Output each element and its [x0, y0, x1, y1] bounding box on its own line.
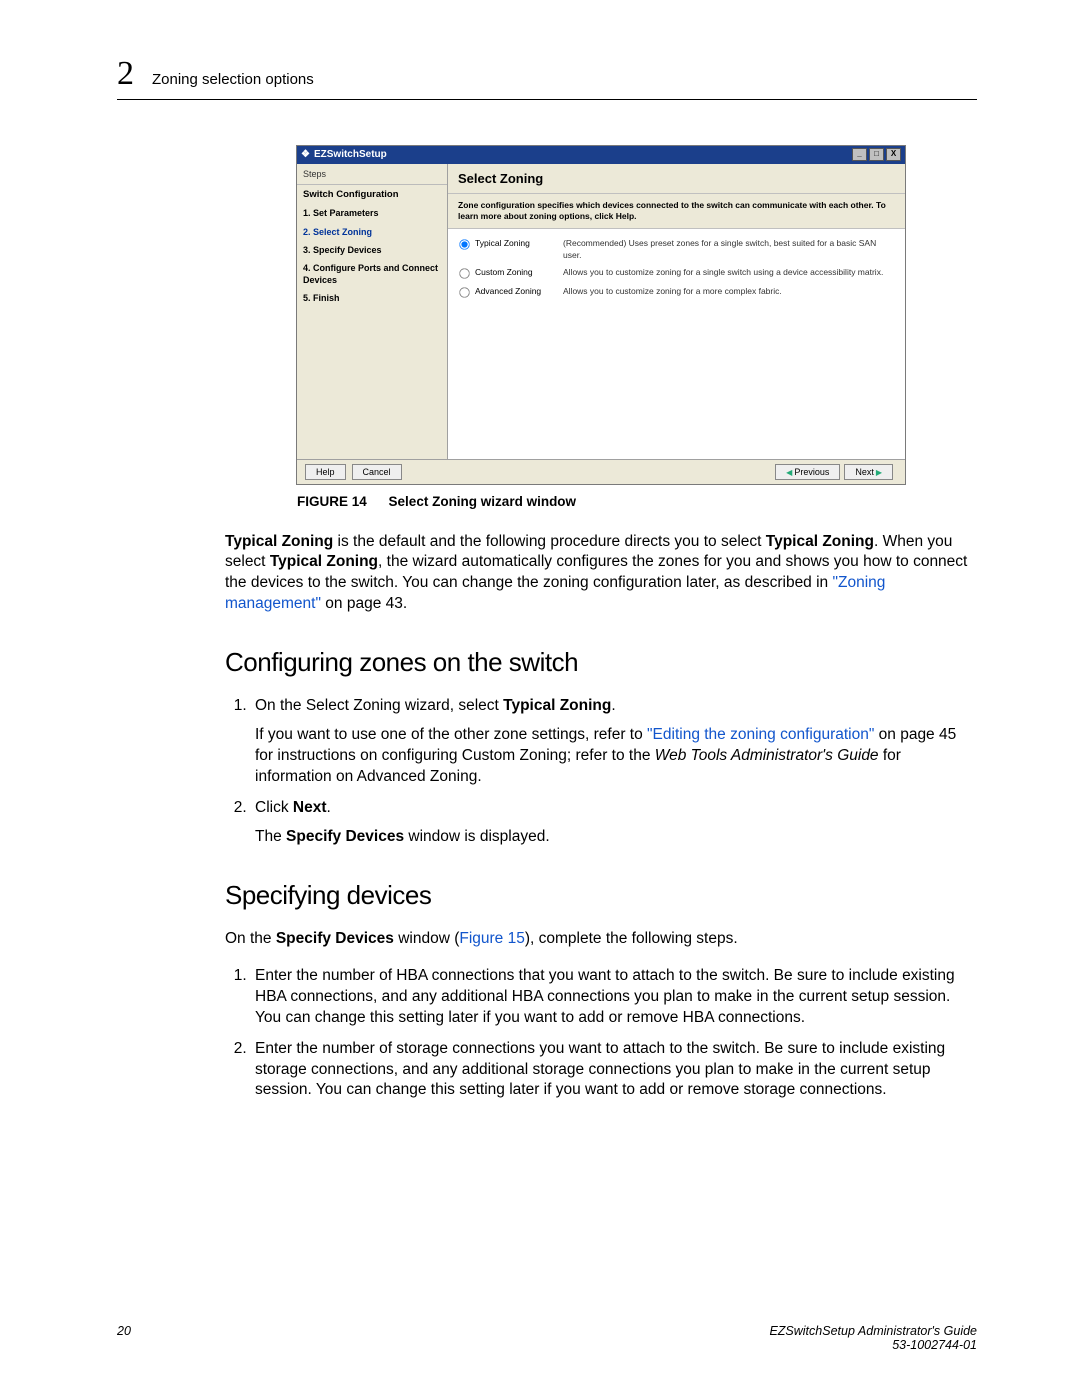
- sidebar-steps-label: Steps: [303, 168, 441, 180]
- option-desc: Allows you to customize zoning for a sin…: [563, 267, 895, 278]
- zoning-option-advanced[interactable]: Advanced Zoning Allows you to customize …: [448, 283, 905, 302]
- heading-specifying-devices: Specifying devices: [225, 878, 977, 913]
- list-item: Click Next. The Specify Devices window i…: [251, 798, 977, 848]
- window-titlebar: ❖EZSwitchSetup _ □ X: [297, 146, 905, 164]
- next-button[interactable]: Next▶: [844, 464, 893, 481]
- figure-15-link[interactable]: Figure 15: [459, 930, 524, 947]
- window-close-icon[interactable]: X: [886, 148, 901, 161]
- option-desc: (Recommended) Uses preset zones for a si…: [563, 238, 895, 261]
- option-name: Typical Zoning: [475, 238, 563, 249]
- page-number: 20: [117, 1324, 131, 1352]
- wizard-sidebar: Steps Switch Configuration 1. Set Parame…: [297, 164, 448, 459]
- figure-label: FIGURE 14: [297, 494, 367, 509]
- window-maximize-icon[interactable]: □: [869, 148, 884, 161]
- wizard-main: Select Zoning Zone configuration specifi…: [448, 164, 905, 459]
- radio-custom[interactable]: [459, 268, 469, 278]
- sidebar-step-3[interactable]: 3. Specify Devices: [303, 244, 441, 256]
- sidebar-step-1[interactable]: 1. Set Parameters: [303, 207, 441, 219]
- option-name: Custom Zoning: [475, 267, 563, 278]
- previous-button[interactable]: ◀Previous: [775, 464, 840, 481]
- configuring-steps-list: On the Select Zoning wizard, select Typi…: [225, 696, 977, 848]
- zoning-option-custom[interactable]: Custom Zoning Allows you to customize zo…: [448, 264, 905, 283]
- zoning-option-typical[interactable]: Typical Zoning (Recommended) Uses preset…: [448, 235, 905, 264]
- sidebar-step-4[interactable]: 4. Configure Ports and Connect Devices: [303, 262, 441, 286]
- option-desc: Allows you to customize zoning for a mor…: [563, 286, 895, 297]
- radio-advanced[interactable]: [459, 287, 469, 297]
- list-item: On the Select Zoning wizard, select Typi…: [251, 696, 977, 788]
- sidebar-heading: Switch Configuration: [303, 189, 441, 202]
- page-header: 2 Zoning selection options: [117, 55, 977, 100]
- section-title: Zoning selection options: [152, 71, 314, 88]
- option-name: Advanced Zoning: [475, 286, 563, 297]
- wizard-heading: Select Zoning: [448, 164, 905, 195]
- figure-screenshot: ❖EZSwitchSetup _ □ X Steps Switch Config…: [296, 145, 906, 485]
- help-button[interactable]: Help: [305, 464, 346, 480]
- wizard-footer: Help Cancel ◀Previous Next▶: [297, 459, 905, 485]
- cancel-button[interactable]: Cancel: [352, 464, 402, 480]
- window-minimize-icon[interactable]: _: [852, 148, 867, 161]
- figure-caption: FIGURE 14 Select Zoning wizard window: [297, 493, 905, 511]
- doc-id: 53-1002744-01: [892, 1338, 977, 1352]
- radio-typical[interactable]: [459, 239, 469, 249]
- list-item: Enter the number of storage connections …: [251, 1039, 977, 1102]
- editing-zoning-link[interactable]: "Editing the zoning configuration": [647, 726, 874, 743]
- heading-configuring-zones: Configuring zones on the switch: [225, 645, 977, 680]
- sidebar-step-2[interactable]: 2. Select Zoning: [303, 226, 441, 238]
- doc-title: EZSwitchSetup Administrator's Guide: [769, 1324, 977, 1338]
- chapter-number: 2: [117, 55, 134, 93]
- sidebar-step-5[interactable]: 5. Finish: [303, 292, 441, 304]
- page-footer: 20 EZSwitchSetup Administrator's Guide 5…: [117, 1324, 977, 1352]
- specify-devices-intro: On the Specify Devices window (Figure 15…: [225, 929, 977, 950]
- window-title: ❖EZSwitchSetup: [301, 148, 387, 162]
- specify-steps-list: Enter the number of HBA connections that…: [225, 966, 977, 1102]
- typical-zoning-paragraph: Typical Zoning is the default and the fo…: [225, 532, 977, 616]
- list-item: Enter the number of HBA connections that…: [251, 966, 977, 1029]
- figure-title: Select Zoning wizard window: [389, 494, 577, 509]
- wizard-description: Zone configuration specifies which devic…: [448, 194, 905, 229]
